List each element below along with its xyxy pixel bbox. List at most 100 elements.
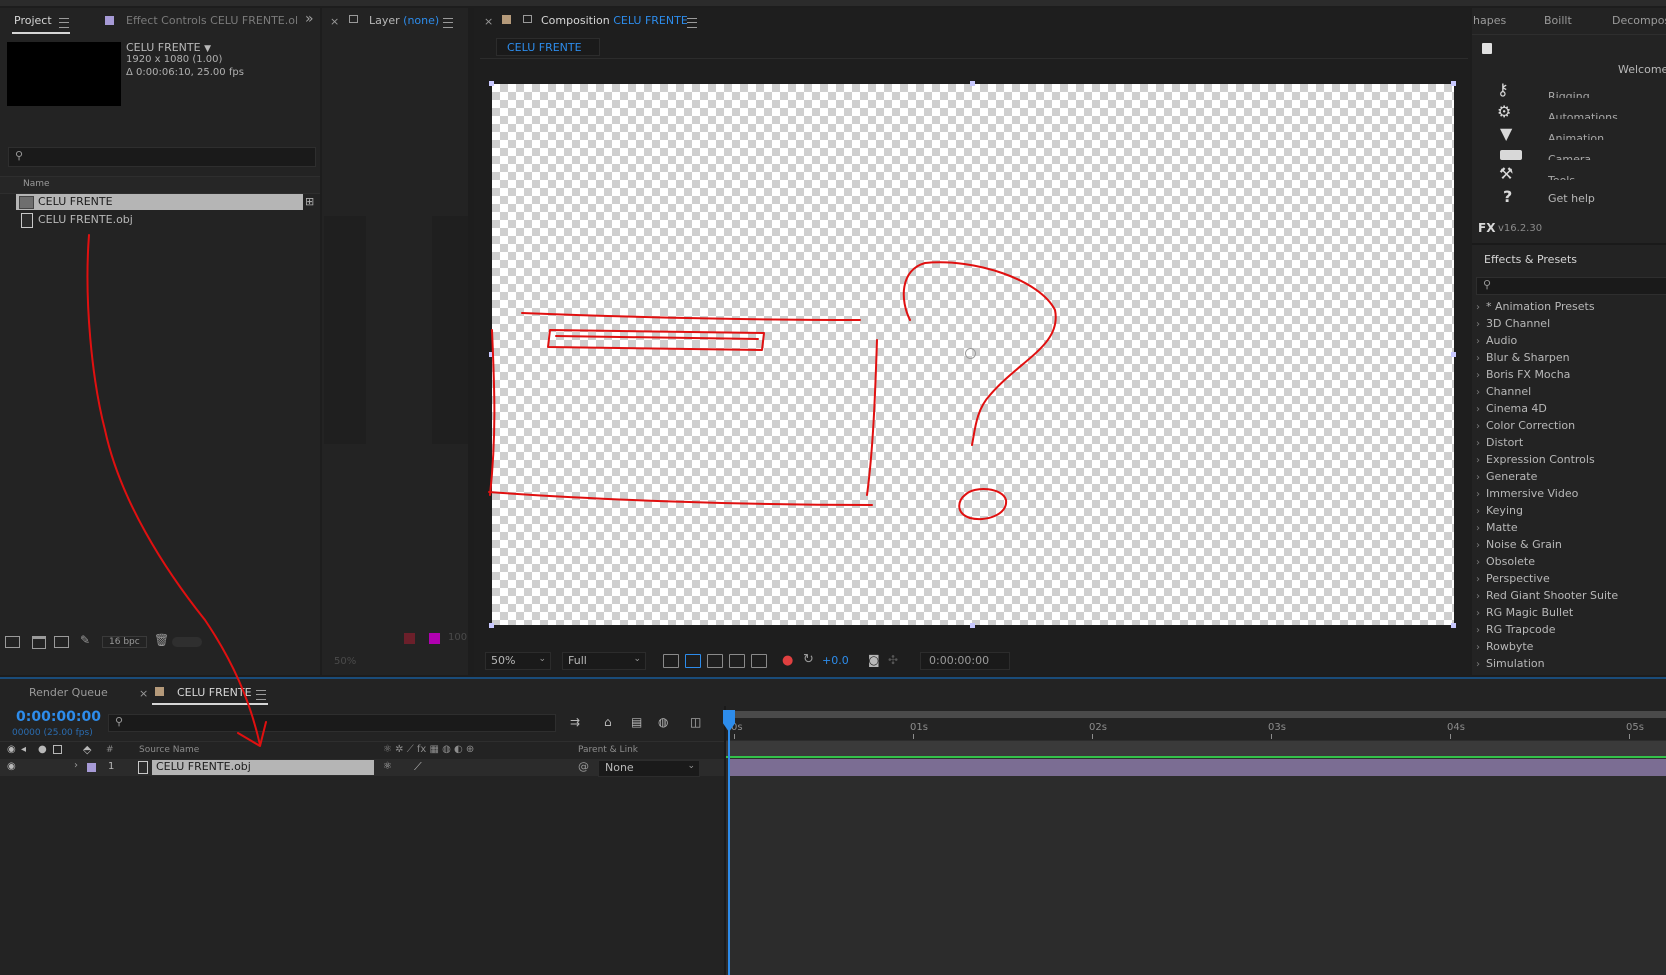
canvas-handle[interactable] bbox=[1451, 81, 1456, 86]
tab-composition[interactable]: Composition CELU FRENTE bbox=[541, 14, 688, 27]
current-time-indicator[interactable] bbox=[728, 710, 730, 975]
region-of-interest-icon[interactable] bbox=[729, 654, 745, 668]
expand-chevron-icon[interactable]: › bbox=[74, 760, 78, 771]
tab-project[interactable]: Project bbox=[14, 14, 52, 27]
mask-visibility-icon[interactable] bbox=[707, 654, 723, 668]
draft-3d-icon[interactable]: ⌂ bbox=[604, 715, 612, 729]
effect-category-item[interactable]: › Blur & Sharpen bbox=[1476, 351, 1570, 364]
parent-dropdown[interactable]: None ⌄ bbox=[598, 760, 700, 777]
frame-blending-icon[interactable]: ▤ bbox=[631, 715, 642, 729]
effect-category-item[interactable]: › Color Correction bbox=[1476, 419, 1575, 432]
tab-boillt[interactable]: Boillt bbox=[1544, 14, 1572, 27]
column-parent-header[interactable]: Parent & Link bbox=[578, 745, 638, 755]
thumbnail-slider[interactable] bbox=[172, 637, 202, 647]
graph-editor-icon[interactable]: ◫ bbox=[690, 715, 701, 729]
effect-category-item[interactable]: › Keying bbox=[1476, 504, 1523, 517]
reset-exposure-icon[interactable]: ↻ bbox=[803, 652, 814, 667]
label-tag-icon[interactable]: ⬘ bbox=[83, 743, 91, 756]
effect-category-item[interactable]: › Channel bbox=[1476, 385, 1531, 398]
effect-category-item[interactable]: › Cinema 4D bbox=[1476, 402, 1547, 415]
project-search-input[interactable]: ⚲ bbox=[8, 147, 316, 167]
fast-preview-icon[interactable] bbox=[663, 654, 679, 668]
effect-category-item[interactable]: › RG Magic Bullet bbox=[1476, 606, 1573, 619]
tab-timeline-comp[interactable]: CELU FRENTE bbox=[177, 686, 252, 699]
canvas-handle[interactable] bbox=[489, 352, 494, 357]
menu-item-animation[interactable]: Animation bbox=[1548, 132, 1604, 140]
exposure-value[interactable]: +0.0 bbox=[822, 654, 849, 667]
welcome-label[interactable]: Welcome bbox=[1618, 63, 1666, 76]
show-snapshot-icon[interactable]: ✣ bbox=[888, 653, 898, 667]
render-icon[interactable]: ✎ bbox=[80, 633, 90, 647]
bpc-toggle[interactable]: 16 bpc bbox=[102, 636, 147, 648]
column-name-header[interactable]: Name bbox=[23, 179, 50, 189]
eye-icon[interactable]: ◉ bbox=[7, 744, 16, 755]
effect-category-item[interactable]: › * Animation Presets bbox=[1476, 300, 1595, 313]
anchor-point-icon[interactable] bbox=[965, 348, 976, 359]
solo-icon[interactable]: ● bbox=[38, 744, 47, 755]
lock-icon[interactable] bbox=[349, 15, 358, 23]
new-composition-icon[interactable] bbox=[54, 636, 69, 648]
layer-zoom-ghost[interactable]: 50% bbox=[334, 656, 356, 667]
quality-switch-icon[interactable]: ⟋ bbox=[414, 760, 422, 774]
effect-category-item[interactable]: › Expression Controls bbox=[1476, 453, 1595, 466]
timeline-menu-icon[interactable] bbox=[256, 690, 266, 700]
resolution-dropdown[interactable]: Full ⌄ bbox=[562, 652, 646, 670]
effects-presets-title[interactable]: Effects & Presets bbox=[1484, 253, 1577, 266]
tab-decompos[interactable]: Decompos bbox=[1612, 14, 1666, 27]
project-menu-icon[interactable] bbox=[59, 18, 69, 28]
new-folder-icon[interactable] bbox=[32, 636, 46, 649]
layer-name-field[interactable]: CELU FRENTE.obj bbox=[152, 760, 374, 775]
effect-category-item[interactable]: › RG Trapcode bbox=[1476, 623, 1556, 636]
effect-category-item[interactable]: › Audio bbox=[1476, 334, 1517, 347]
canvas-handle[interactable] bbox=[489, 623, 494, 628]
switches-header[interactable]: ⚛ ✲ ⟋ fx ▦ ◍ ◐ ⊕ bbox=[383, 744, 474, 755]
snapshot-icon[interactable]: ◙ bbox=[868, 653, 880, 667]
zoom-dropdown[interactable]: 50% ⌄ bbox=[485, 652, 551, 670]
effect-category-item[interactable]: › Perspective bbox=[1476, 572, 1550, 585]
canvas-handle[interactable] bbox=[1451, 352, 1456, 357]
menu-item-tools[interactable]: Tools bbox=[1548, 174, 1575, 180]
tab-layer[interactable]: Layer (none) bbox=[369, 14, 439, 27]
menu-item-get-help[interactable]: Get help bbox=[1548, 192, 1595, 205]
layer-row[interactable]: ◉ › 1 CELU FRENTE.obj ⚛ ⟋ @ None ⌄ bbox=[0, 759, 725, 777]
grid-guides-icon[interactable] bbox=[751, 654, 767, 668]
close-layer-tab-icon[interactable]: × bbox=[330, 15, 339, 28]
effect-category-item[interactable]: › Boris FX Mocha bbox=[1476, 368, 1570, 381]
eye-icon[interactable]: ◉ bbox=[7, 761, 16, 772]
menu-item-rigging[interactable]: Rigging bbox=[1548, 90, 1590, 98]
menu-item-camera[interactable]: Camera bbox=[1548, 153, 1591, 160]
comp-timecode[interactable]: 0:00:00:00 bbox=[920, 652, 1010, 670]
effect-category-item[interactable]: › Simulation bbox=[1476, 657, 1545, 670]
layer-label-swatch[interactable] bbox=[87, 763, 96, 772]
tab-render-queue[interactable]: Render Queue bbox=[29, 686, 108, 699]
canvas-handle[interactable] bbox=[1451, 623, 1456, 628]
work-area-bar[interactable] bbox=[726, 711, 1666, 718]
effect-category-item[interactable]: › Rowbyte bbox=[1476, 640, 1533, 653]
timeline-search-input[interactable]: ⚲ bbox=[108, 714, 556, 732]
timeline-timecode[interactable]: 0:00:00:00 bbox=[16, 709, 101, 725]
lock-icon[interactable] bbox=[523, 15, 532, 23]
canvas-handle[interactable] bbox=[970, 623, 975, 628]
color-channels-icon[interactable]: ● bbox=[782, 653, 793, 668]
composition-menu-icon[interactable] bbox=[687, 18, 697, 28]
layer-menu-icon[interactable] bbox=[443, 18, 453, 28]
effect-category-item[interactable]: › 3D Channel bbox=[1476, 317, 1550, 330]
effect-category-item[interactable]: › Distort bbox=[1476, 436, 1523, 449]
close-timeline-tab-icon[interactable]: × bbox=[139, 687, 148, 700]
project-item-celu-frente-obj[interactable]: CELU FRENTE.obj bbox=[16, 212, 303, 228]
flowchart-icon[interactable]: ⊞ bbox=[305, 195, 314, 208]
speaker-icon[interactable]: ◂ bbox=[21, 744, 26, 755]
tab-effect-controls[interactable]: Effect Controls CELU FRENTE.ol bbox=[126, 14, 298, 27]
effect-category-item[interactable]: › Immersive Video bbox=[1476, 487, 1578, 500]
effect-category-item[interactable]: › Red Giant Shooter Suite bbox=[1476, 589, 1618, 602]
canvas-handle[interactable] bbox=[970, 81, 975, 86]
effect-category-item[interactable]: › Noise & Grain bbox=[1476, 538, 1562, 551]
lock-icon[interactable] bbox=[53, 745, 62, 754]
layer-duration-bar[interactable] bbox=[729, 759, 1666, 776]
pickwhip-icon[interactable]: @ bbox=[578, 760, 589, 773]
column-source-name-header[interactable]: Source Name bbox=[139, 745, 199, 755]
canvas-handle[interactable] bbox=[489, 81, 494, 86]
column-number-header[interactable]: # bbox=[106, 745, 114, 755]
effect-category-item[interactable]: › Generate bbox=[1476, 470, 1537, 483]
project-item-celu-frente[interactable]: CELU FRENTE bbox=[16, 194, 303, 210]
